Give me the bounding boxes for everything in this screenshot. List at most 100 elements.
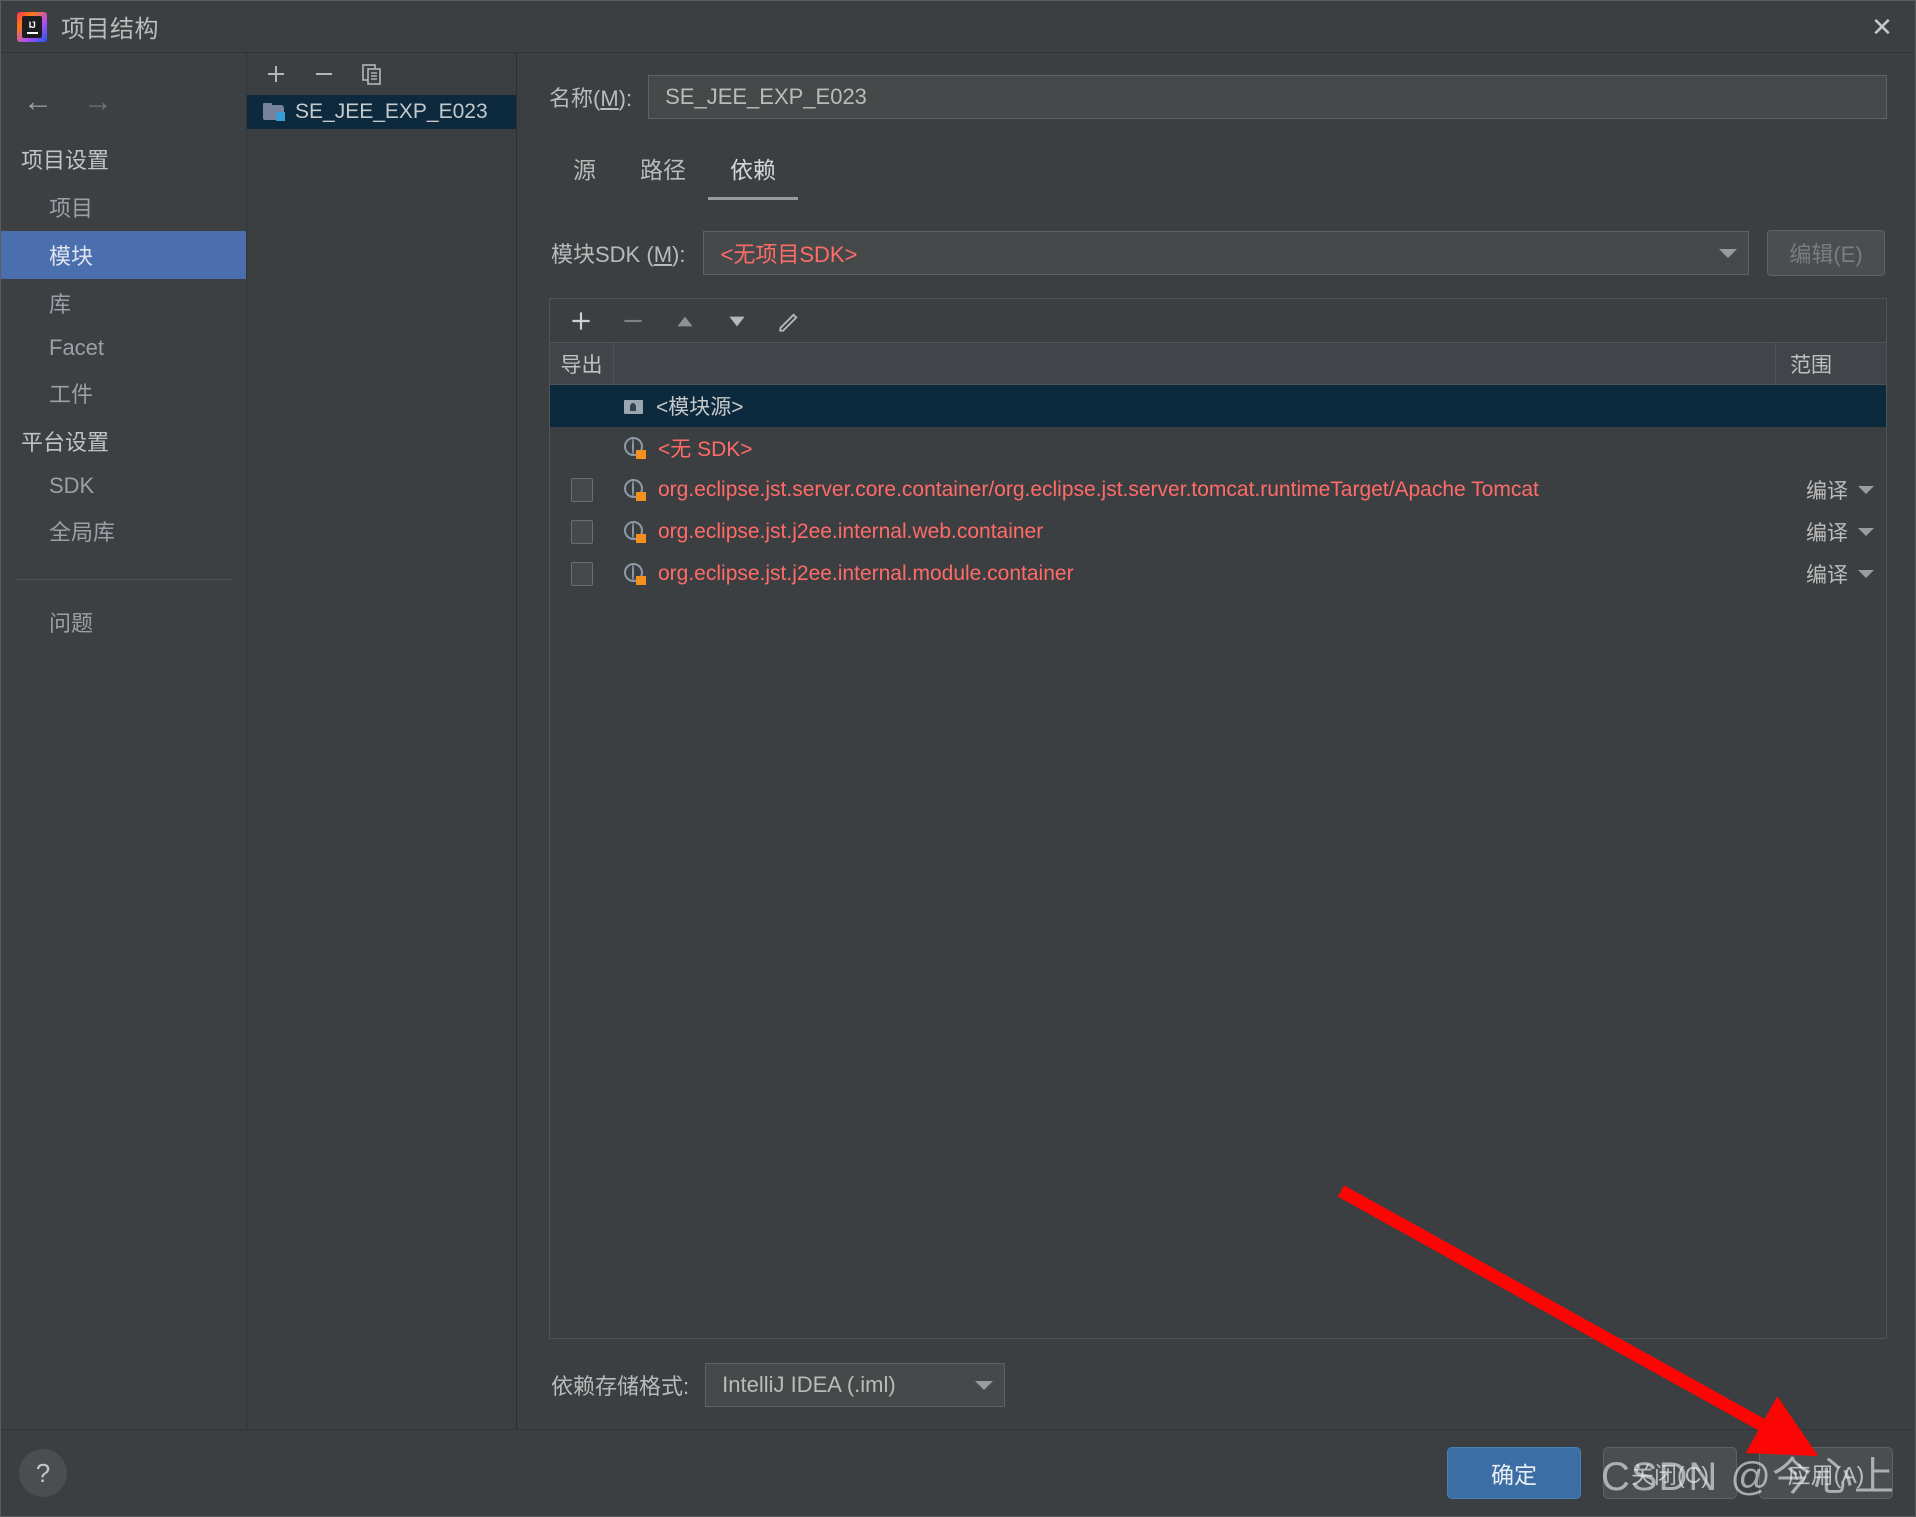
dependency-name-label: org.eclipse.jst.server.core.container/or… xyxy=(658,478,1539,501)
dependencies-table: 导出 范围 <模块源> <无 SDK> org.eclipse.jst.serv… xyxy=(549,298,1887,1339)
chevron-down-icon[interactable] xyxy=(1858,528,1874,536)
tab-sources[interactable]: 源 xyxy=(551,145,618,200)
logo-text: IJ xyxy=(28,19,36,30)
sidebar-item-sdks[interactable]: SDK xyxy=(1,465,246,507)
sidebar-divider xyxy=(15,579,232,580)
dependency-name-cell: org.eclipse.jst.j2ee.internal.web.contai… xyxy=(614,520,1776,544)
edit-sdk-button[interactable]: 编辑(E) xyxy=(1767,230,1885,276)
module-list-item-label: SE_JEE_EXP_E023 xyxy=(295,100,488,123)
title-bar: IJ 项目结构 ✕ xyxy=(1,1,1915,53)
sidebar-item-libraries[interactable]: 库 xyxy=(1,279,246,327)
close-icon[interactable]: ✕ xyxy=(1849,1,1915,52)
export-cell[interactable] xyxy=(550,520,614,544)
sidebar-item-problems[interactable]: 问题 xyxy=(1,598,246,646)
dependency-name-label: org.eclipse.jst.j2ee.internal.module.con… xyxy=(658,562,1074,585)
storage-format-select[interactable]: IntelliJ IDEA (.iml) xyxy=(705,1363,1006,1407)
sidebar-item-project[interactable]: 项目 xyxy=(1,183,246,231)
storage-format-row: 依赖存储格式: IntelliJ IDEA (.iml) xyxy=(517,1339,1915,1429)
add-module-button[interactable] xyxy=(261,59,291,89)
export-checkbox[interactable] xyxy=(571,562,593,586)
module-list-toolbar xyxy=(247,53,516,95)
chevron-down-icon[interactable] xyxy=(1858,486,1874,494)
module-sdk-value: <无项目SDK> xyxy=(720,242,858,267)
arrow-right-icon[interactable]: → xyxy=(83,87,113,117)
module-name-row: 名称(M): SE_JEE_EXP_E023 xyxy=(517,53,1915,119)
triangle-up-icon[interactable] xyxy=(670,306,700,336)
scope-cell[interactable]: 编译 xyxy=(1776,559,1886,589)
intellij-idea-logo-icon: IJ xyxy=(17,11,47,42)
chevron-down-icon xyxy=(1708,232,1748,274)
dependency-name-cell: org.eclipse.jst.server.core.container/or… xyxy=(614,478,1776,502)
ok-button[interactable]: 确定 xyxy=(1447,1447,1581,1499)
module-source-folder-icon xyxy=(624,398,644,415)
tab-dependencies[interactable]: 依赖 xyxy=(708,145,798,200)
pencil-icon[interactable] xyxy=(774,306,804,336)
arrow-left-icon[interactable]: ← xyxy=(23,87,53,117)
library-icon xyxy=(624,563,646,585)
apply-button[interactable]: 应用(A) xyxy=(1759,1447,1893,1499)
module-list-item[interactable]: SE_JEE_EXP_E023 xyxy=(247,95,516,129)
module-detail-pane: 名称(M): SE_JEE_EXP_E023 源 路径 依赖 模块SDK (M)… xyxy=(517,53,1915,1429)
module-name-label: 名称(M): xyxy=(549,86,633,111)
tab-paths[interactable]: 路径 xyxy=(618,145,708,200)
sidebar-item-facets[interactable]: Facet xyxy=(1,327,246,369)
window-title: 项目结构 xyxy=(61,16,159,43)
project-structure-dialog: IJ 项目结构 ✕ ← → 项目设置 项目 模块 库 Facet 工件 平台设置… xyxy=(0,0,1916,1517)
library-icon xyxy=(624,521,646,543)
add-dependency-button[interactable] xyxy=(566,306,596,336)
scope-label: 编译 xyxy=(1806,480,1848,503)
help-icon[interactable]: ? xyxy=(19,1449,67,1497)
column-header-name[interactable] xyxy=(614,343,1776,384)
sidebar-group-platform-settings: 平台设置 xyxy=(21,430,110,455)
table-row[interactable]: org.eclipse.jst.server.core.container/or… xyxy=(550,469,1886,511)
scope-label: 编译 xyxy=(1806,564,1848,587)
column-header-scope[interactable]: 范围 xyxy=(1776,343,1886,384)
dependency-name-label: <无 SDK> xyxy=(658,438,753,461)
triangle-down-icon[interactable] xyxy=(722,306,752,336)
copy-module-icon[interactable] xyxy=(357,59,387,89)
export-cell[interactable] xyxy=(550,562,614,586)
export-cell[interactable] xyxy=(550,478,614,502)
storage-format-label: 依赖存储格式: xyxy=(551,1374,690,1399)
sdk-library-icon xyxy=(624,437,646,459)
module-list-panel: SE_JEE_EXP_E023 xyxy=(247,53,517,1429)
dependency-name-label: <模块源> xyxy=(656,396,744,419)
column-header-export[interactable]: 导出 xyxy=(550,343,614,384)
remove-module-button[interactable] xyxy=(309,59,339,89)
dependency-name-cell: org.eclipse.jst.j2ee.internal.module.con… xyxy=(614,562,1776,586)
table-row[interactable]: <无 SDK> xyxy=(550,427,1886,469)
module-name-input[interactable]: SE_JEE_EXP_E023 xyxy=(648,75,1887,119)
dialog-footer: ? 确定 关闭(C) 应用(A) xyxy=(1,1429,1915,1516)
sidebar-item-modules[interactable]: 模块 xyxy=(1,231,246,279)
chevron-down-icon[interactable] xyxy=(1858,570,1874,578)
scope-label: 编译 xyxy=(1806,522,1848,545)
export-checkbox[interactable] xyxy=(571,520,593,544)
dialog-body: ← → 项目设置 项目 模块 库 Facet 工件 平台设置 SDK 全局库 问… xyxy=(1,53,1915,1429)
storage-format-value: IntelliJ IDEA (.iml) xyxy=(722,1372,896,1397)
dependency-name-cell: <模块源> xyxy=(614,391,1776,421)
chevron-down-icon xyxy=(964,1364,1004,1406)
scope-cell[interactable]: 编译 xyxy=(1776,517,1886,547)
dependencies-toolbar xyxy=(550,299,1886,343)
module-sdk-select[interactable]: <无项目SDK> xyxy=(703,231,1749,275)
module-folder-icon xyxy=(263,103,285,121)
module-tabs: 源 路径 依赖 xyxy=(517,119,1915,200)
module-sdk-row: 模块SDK (M): <无项目SDK> 编辑(E) xyxy=(517,200,1915,276)
sidebar-group-project-settings: 项目设置 xyxy=(21,148,110,173)
dependencies-table-header: 导出 范围 xyxy=(550,343,1886,385)
sidebar-item-global-libraries[interactable]: 全局库 xyxy=(1,507,246,555)
export-checkbox[interactable] xyxy=(571,478,593,502)
sidebar-item-artifacts[interactable]: 工件 xyxy=(1,369,246,417)
table-row[interactable]: org.eclipse.jst.j2ee.internal.module.con… xyxy=(550,553,1886,595)
scope-cell[interactable]: 编译 xyxy=(1776,475,1886,505)
remove-dependency-button[interactable] xyxy=(618,306,648,336)
close-button[interactable]: 关闭(C) xyxy=(1603,1447,1737,1499)
table-row[interactable]: org.eclipse.jst.j2ee.internal.web.contai… xyxy=(550,511,1886,553)
sidebar: ← → 项目设置 项目 模块 库 Facet 工件 平台设置 SDK 全局库 问… xyxy=(1,53,247,1429)
dependency-name-cell: <无 SDK> xyxy=(614,433,1776,463)
table-row[interactable]: <模块源> xyxy=(550,385,1886,427)
library-icon xyxy=(624,479,646,501)
module-sdk-label: 模块SDK (M): xyxy=(551,242,686,267)
dependency-name-label: org.eclipse.jst.j2ee.internal.web.contai… xyxy=(658,520,1044,543)
nav-buttons: ← → xyxy=(1,87,246,135)
